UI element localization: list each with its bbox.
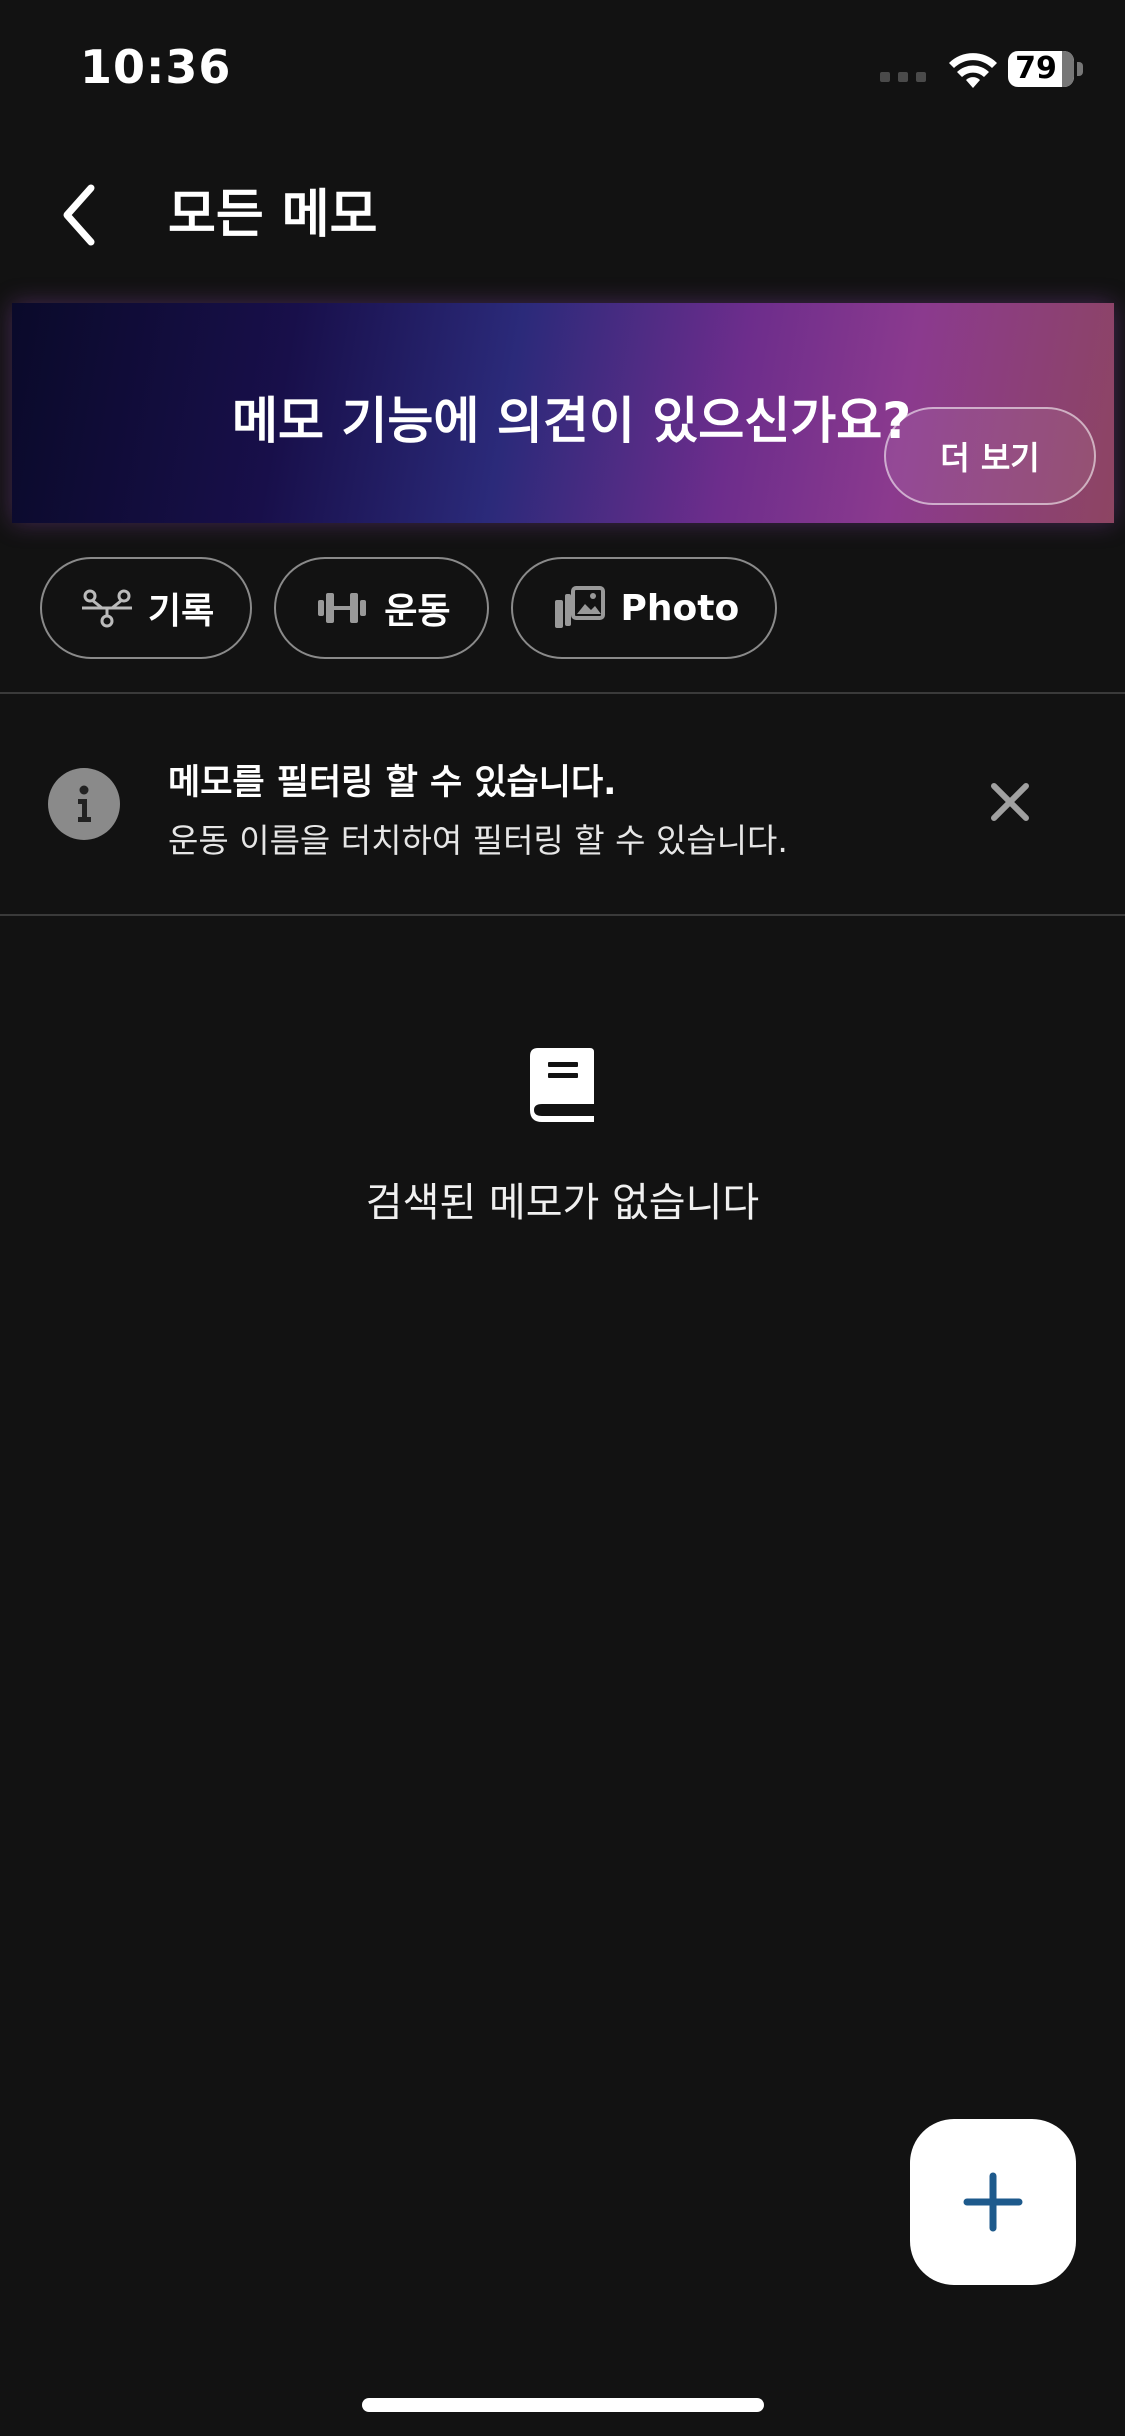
tip-title: 메모를 필터링 할 수 있습니다. — [168, 763, 617, 803]
workout-log-icon — [82, 589, 132, 628]
empty-message: 검색된 메모가 없습니다 — [365, 1180, 760, 1226]
photo-library-icon — [554, 586, 605, 628]
signal-icon — [880, 72, 926, 82]
battery-percent: 79 — [1015, 51, 1057, 86]
battery-icon: 79 — [1008, 51, 1074, 87]
close-icon — [991, 783, 1029, 821]
status-time: 10:36 — [80, 40, 232, 94]
battery-nub — [1077, 62, 1083, 76]
divider-bottom — [0, 914, 1125, 916]
status-bar: 10:36 79 — [0, 0, 1125, 140]
add-memo-button[interactable] — [910, 2119, 1076, 2285]
plus-icon — [963, 2172, 1023, 2232]
filter-chip-exercise[interactable]: 운동 — [274, 557, 489, 659]
chip-label-exercise: 운동 — [384, 591, 451, 632]
back-button[interactable] — [44, 180, 114, 250]
filter-chips: 기록 운동 Photo — [40, 557, 778, 659]
memo-screen: 10:36 79 모든 메모 메모 기능에 의견이 있으신가요? 더 보기 기록… — [0, 0, 1125, 2436]
feedback-banner[interactable]: 메모 기능에 의견이 있으신가요? 더 보기 — [12, 303, 1114, 523]
chip-label-log: 기록 — [148, 591, 215, 632]
home-indicator[interactable] — [362, 2398, 764, 2412]
tip-description: 운동 이름을 터치하여 필터링 할 수 있습니다. — [168, 821, 788, 860]
banner-title: 메모 기능에 의견이 있으신가요? — [232, 392, 912, 450]
dumbbell-icon — [318, 593, 367, 623]
header: 모든 메모 — [0, 160, 1125, 270]
page-title: 모든 메모 — [168, 185, 378, 245]
divider-top — [0, 692, 1125, 694]
wifi-icon — [949, 53, 997, 88]
info-icon — [48, 768, 120, 840]
more-button[interactable]: 더 보기 — [884, 407, 1096, 505]
notebook-icon — [530, 1048, 594, 1122]
filter-chip-log[interactable]: 기록 — [40, 557, 253, 659]
filter-chip-photo[interactable]: Photo — [510, 557, 778, 659]
chevron-left-icon — [63, 184, 95, 246]
close-tip-button[interactable] — [980, 772, 1040, 832]
chip-label-photo: Photo — [620, 587, 740, 629]
